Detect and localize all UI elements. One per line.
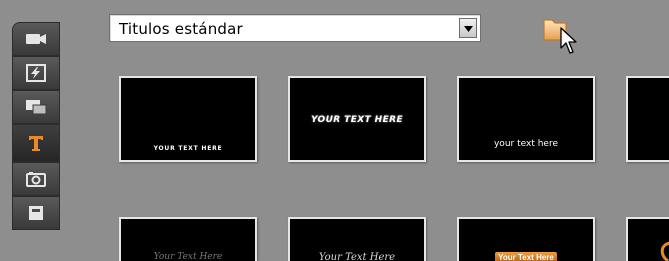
tool-album-button[interactable] bbox=[12, 196, 60, 230]
dropdown-selected-value: Titulos estándar bbox=[119, 20, 243, 38]
title-text-icon bbox=[27, 134, 45, 152]
folder-button[interactable] bbox=[540, 14, 580, 56]
transitions-icon bbox=[26, 64, 46, 82]
picture-in-picture-icon bbox=[25, 99, 47, 115]
title-thumbnail[interactable]: Your Text Here bbox=[457, 217, 595, 261]
thumbnail-caption: your text here bbox=[493, 139, 558, 149]
tool-overlay-button[interactable] bbox=[12, 90, 60, 124]
thumbnail-caption: YOUR TEXT HERE bbox=[153, 145, 223, 152]
decorative-swirl-icon bbox=[658, 241, 669, 261]
dropdown-arrow-button[interactable] bbox=[459, 18, 477, 38]
thumbnail-caption: Your Text Here bbox=[459, 252, 593, 261]
video-camera-icon bbox=[25, 32, 47, 46]
thumbnail-caption: Your Text Here bbox=[153, 252, 223, 261]
tool-titles-button[interactable] bbox=[12, 124, 60, 162]
thumbnail-caption: Your Text Here bbox=[318, 252, 396, 261]
title-thumbnail[interactable]: Your Text Here bbox=[119, 217, 257, 261]
title-thumbnail[interactable] bbox=[626, 76, 669, 162]
title-category-dropdown[interactable]: Titulos estándar bbox=[109, 14, 481, 42]
title-thumbnail[interactable]: YOUR TEXT HERE bbox=[288, 76, 426, 162]
chevron-down-icon bbox=[463, 19, 473, 37]
thumbnail-caption: YOUR TEXT HERE bbox=[310, 115, 404, 125]
photo-camera-icon bbox=[26, 171, 46, 187]
tool-sidebar bbox=[12, 22, 60, 261]
title-thumbnail[interactable] bbox=[626, 217, 669, 261]
title-thumbnail[interactable]: YOUR TEXT HERE bbox=[119, 76, 257, 162]
mouse-cursor-icon bbox=[560, 27, 578, 60]
title-thumbnail[interactable]: Your Text Here bbox=[288, 217, 426, 261]
tool-photos-button[interactable] bbox=[12, 162, 60, 196]
album-icon bbox=[28, 205, 44, 221]
tool-transitions-button[interactable] bbox=[12, 56, 60, 90]
title-thumbnail[interactable]: your text here bbox=[457, 76, 595, 162]
tool-video-button[interactable] bbox=[12, 22, 60, 56]
